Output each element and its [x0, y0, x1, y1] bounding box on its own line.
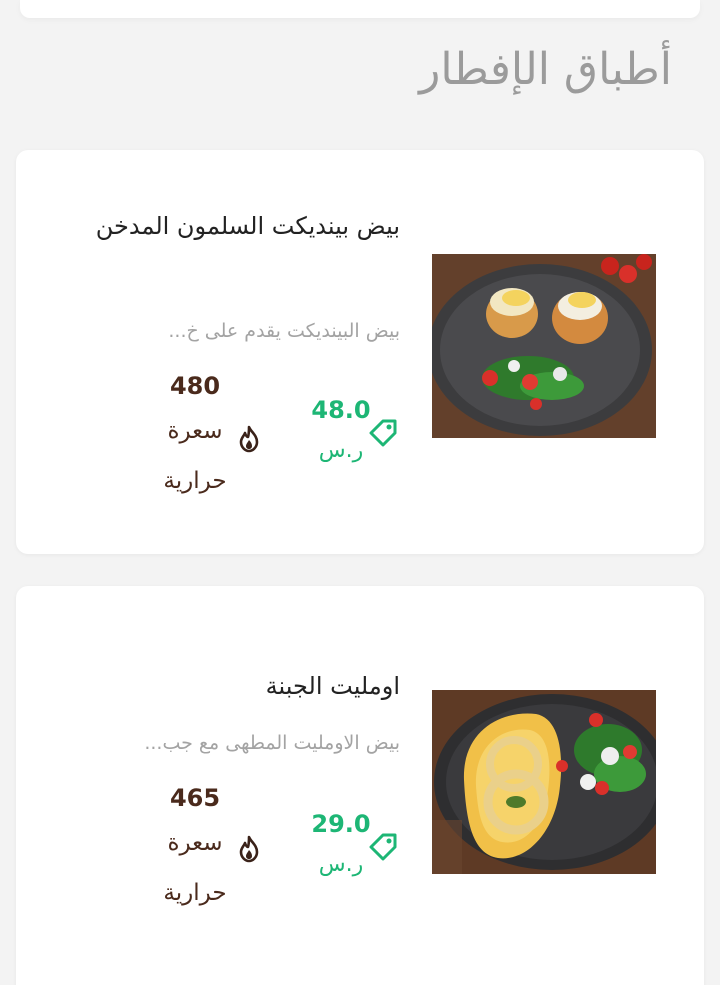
price-currency: ر.س	[318, 438, 364, 463]
price-value: 29.0	[311, 810, 371, 838]
menu-item-name[interactable]: بيض بينديكت السلمون المدخن	[80, 200, 400, 252]
price-currency: ر.س	[318, 852, 364, 877]
price: 29.0 ر.س	[286, 810, 396, 877]
price-value: 48.0	[311, 396, 371, 424]
calories-unit: سعرة حرارية	[163, 830, 227, 906]
menu-item-image	[432, 254, 656, 438]
calories-value: 480	[169, 372, 221, 400]
menu-item-description: بيض الاومليت المطهى مع جب...	[144, 732, 400, 754]
calories-unit: سعرة حرارية	[163, 418, 227, 494]
menu-item-name[interactable]: اومليت الجبنة	[80, 660, 400, 712]
menu-item-card[interactable]: اومليت الجبنة بيض الاومليت المطهى مع جب.…	[16, 586, 704, 985]
section-title: أطباق الإفطار	[419, 44, 672, 95]
calories: 465 سعرة حرارية	[140, 784, 250, 918]
previous-card-edge	[20, 0, 700, 18]
menu-item-card[interactable]: بيض بينديكت السلمون المدخن بيض البينديكت…	[16, 150, 704, 554]
price: 48.0 ر.س	[286, 396, 396, 463]
calories: 480 سعرة حرارية	[140, 372, 250, 506]
calories-value: 465	[169, 784, 221, 812]
menu-item-image	[432, 690, 656, 874]
menu-item-description: بيض البينديكت يقدم على خ...	[168, 320, 400, 342]
